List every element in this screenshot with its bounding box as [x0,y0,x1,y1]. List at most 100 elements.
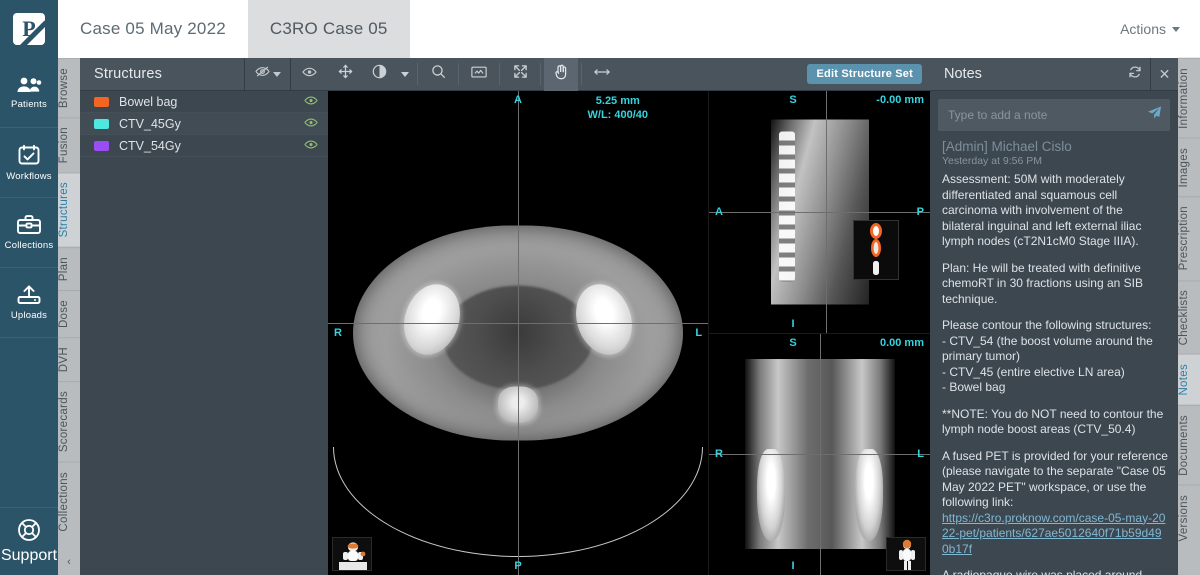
structure-color-swatch [94,96,109,107]
tab-dose[interactable]: Dose [58,290,80,338]
hand-icon [554,64,568,85]
tab-scorecards[interactable]: Scorecards [58,381,80,462]
structures-list-empty-area [80,157,328,575]
workspace-tab-label: Case 05 May 2022 [80,19,226,38]
coronal-viewport[interactable]: S I R L 0.00 mm [709,332,930,575]
sagittal-orientation-anterior: A [715,205,723,218]
collections-icon [16,214,42,235]
tab-plan[interactable]: Plan [58,246,80,291]
close-icon: ✕ [1158,65,1171,82]
axial-slice-info: 5.25 mm W/L: 400/40 [588,94,649,122]
secondary-viewports: S I A P -0.00 mm S I R L 0.00 mm [709,91,930,575]
coronal-position-readout: 0.00 mm [879,336,924,349]
contrast-icon [372,64,387,84]
structure-visibility-toggle[interactable] [294,93,328,111]
actions-menu-button[interactable]: Actions [1100,0,1200,58]
tab-documents[interactable]: Documents [1178,404,1200,485]
axial-crosshair-horizontal [328,323,709,325]
axial-orientation-posterior: P [514,560,522,572]
tab-images[interactable]: Images [1178,137,1200,197]
sagittal-viewport[interactable]: S I A P -0.00 mm [709,91,930,333]
expand-arrows-icon [513,64,528,84]
tab-fusion[interactable]: Fusion [58,117,80,173]
panel-title: Notes [944,66,982,82]
workspace-tab-c3ro-case-05[interactable]: C3RO Case 05 [247,0,410,58]
add-note-input[interactable] [938,99,1138,131]
zoom-tool-button[interactable] [421,58,455,91]
structure-row-bowel-bag[interactable]: Bowel bag [80,91,328,113]
axial-orientation-thumbnail [332,537,372,571]
sidebar-item-support[interactable]: Support [0,507,58,575]
send-note-button[interactable] [1138,99,1170,131]
toolbar-divider [499,63,500,85]
edit-structure-set-button[interactable]: Edit Structure Set [807,64,922,84]
coronal-orientation-left: L [917,448,924,461]
measure-tool-button[interactable] [585,58,619,91]
structure-row-ctv-45gy[interactable]: CTV_45Gy [80,113,328,135]
sidebar-item-patients[interactable]: Patients [0,58,58,128]
main-body: Patients Workflows Collections Uploads S… [0,57,1200,575]
structure-color-swatch [94,118,109,129]
app-logo[interactable]: P [0,0,58,58]
note-paragraph: **NOTE: You do NOT need to contour the l… [942,406,1164,437]
pan-tool-button[interactable] [328,58,362,91]
workspace-tab-case-05-may-2022[interactable]: Case 05 May 2022 [58,0,248,58]
coronal-orientation-superior: S [789,336,797,349]
tab-collections[interactable]: Collections [58,461,80,541]
structure-name: CTV_54Gy [119,138,181,153]
axial-orientation-anterior: A [514,94,522,106]
note-author: [Admin] Michael Cislo [942,139,1072,154]
tab-browse[interactable]: Browse [58,58,80,118]
tab-checklists[interactable]: Checklists [1178,279,1200,355]
scroll-tool-button[interactable] [544,57,578,91]
axial-viewport[interactable]: A P R L 5.25 mm W/L: 400/40 [328,91,710,575]
coronal-orientation-inferior: I [791,560,795,572]
sidebar-item-label: Uploads [10,310,48,321]
notes-list[interactable]: [Admin] Michael Cislo Yesterday at 9:56 … [930,137,1178,575]
tab-prescription[interactable]: Prescription [1178,196,1200,280]
fit-image-icon [471,65,487,84]
tab-structures[interactable]: Structures [58,172,80,247]
coronal-orientation-right: R [715,448,723,461]
structure-visibility-toggle[interactable] [294,115,328,133]
detail-tab-strip: Information Images Prescription Checklis… [1178,58,1200,575]
image-viewer: Edit Structure Set A P R L 5.25 mm W/L: … [328,57,930,575]
toolbar-divider [458,63,459,85]
tab-dvh[interactable]: DVH [58,337,80,382]
notes-panel: Notes ✕ Type to add a note [Admin] Micha… [930,57,1178,575]
refresh-notes-button[interactable] [1120,58,1150,91]
note-paragraph: Please contour the following structures:… [942,318,1153,394]
tab-notes[interactable]: Notes [1178,354,1200,405]
magnifier-icon [431,64,446,84]
add-note-row [930,91,1178,137]
eye-icon [302,65,317,83]
show-all-structures-button[interactable] [290,57,328,91]
sidebar-item-workflows[interactable]: Workflows [0,128,58,198]
axial-crosshair-vertical [518,91,520,575]
window-level-menu-button[interactable] [396,58,414,91]
sidebar-item-uploads[interactable]: Uploads [0,268,58,338]
hide-all-structures-button[interactable] [244,57,290,91]
fit-to-window-button[interactable] [462,58,496,91]
close-notes-button[interactable]: ✕ [1150,57,1178,91]
slice-thickness: 5.25 mm [595,95,640,107]
coronal-crosshair-horizontal [709,454,930,456]
expand-tool-button[interactable] [503,58,537,91]
note-pet-link[interactable]: https://c3ro.proknow.com/case-05-may-202… [942,511,1168,558]
tab-versions[interactable]: Versions [1178,484,1200,551]
window-level-tool-button[interactable] [362,58,396,91]
structure-row-ctv-54gy[interactable]: CTV_54Gy [80,135,328,157]
tab-information[interactable]: Information [1178,58,1200,138]
note-entry: [Admin] Michael Cislo Yesterday at 9:56 … [942,139,1168,575]
collapse-panel-button[interactable]: ‹ [58,549,80,575]
window-level-value: W/L: 400/40 [587,109,649,121]
logo-letter: P [22,16,36,41]
structure-visibility-toggle[interactable] [294,137,328,155]
workspace-tab-strip: Browse Fusion Structures Plan Dose DVH S… [58,58,80,575]
sidebar-item-collections[interactable]: Collections [0,198,58,268]
patients-icon [16,76,42,94]
